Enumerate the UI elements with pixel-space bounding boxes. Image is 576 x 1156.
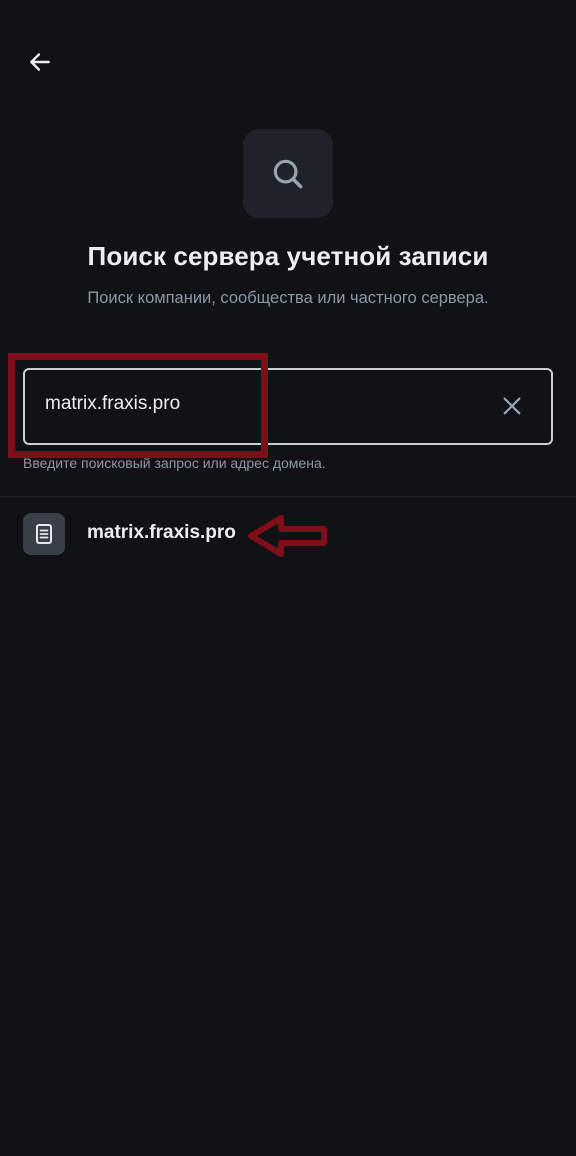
page-title: Поиск сервера учетной записи (87, 241, 489, 271)
server-icon-tile (23, 513, 65, 555)
search-result-label: matrix.fraxis.pro (87, 522, 236, 543)
close-icon (503, 397, 521, 415)
search-input[interactable] (45, 370, 485, 443)
search-icon (273, 159, 303, 188)
search-result-item[interactable]: matrix.fraxis.pro (0, 500, 576, 568)
page-subtitle: Поиск компании, сообщества или частного … (87, 289, 489, 307)
search-hint: Введите поисковый запрос или адрес домен… (23, 455, 326, 471)
server-search-screen: Поиск сервера учетной записи Поиск компа… (0, 0, 576, 1156)
divider (0, 496, 576, 497)
arrow-left-icon (30, 53, 50, 71)
hero-icon-tile (243, 129, 333, 218)
server-search-field[interactable] (23, 368, 553, 445)
server-icon (36, 524, 52, 544)
clear-search-button[interactable] (499, 393, 525, 419)
back-button[interactable] (22, 44, 58, 80)
